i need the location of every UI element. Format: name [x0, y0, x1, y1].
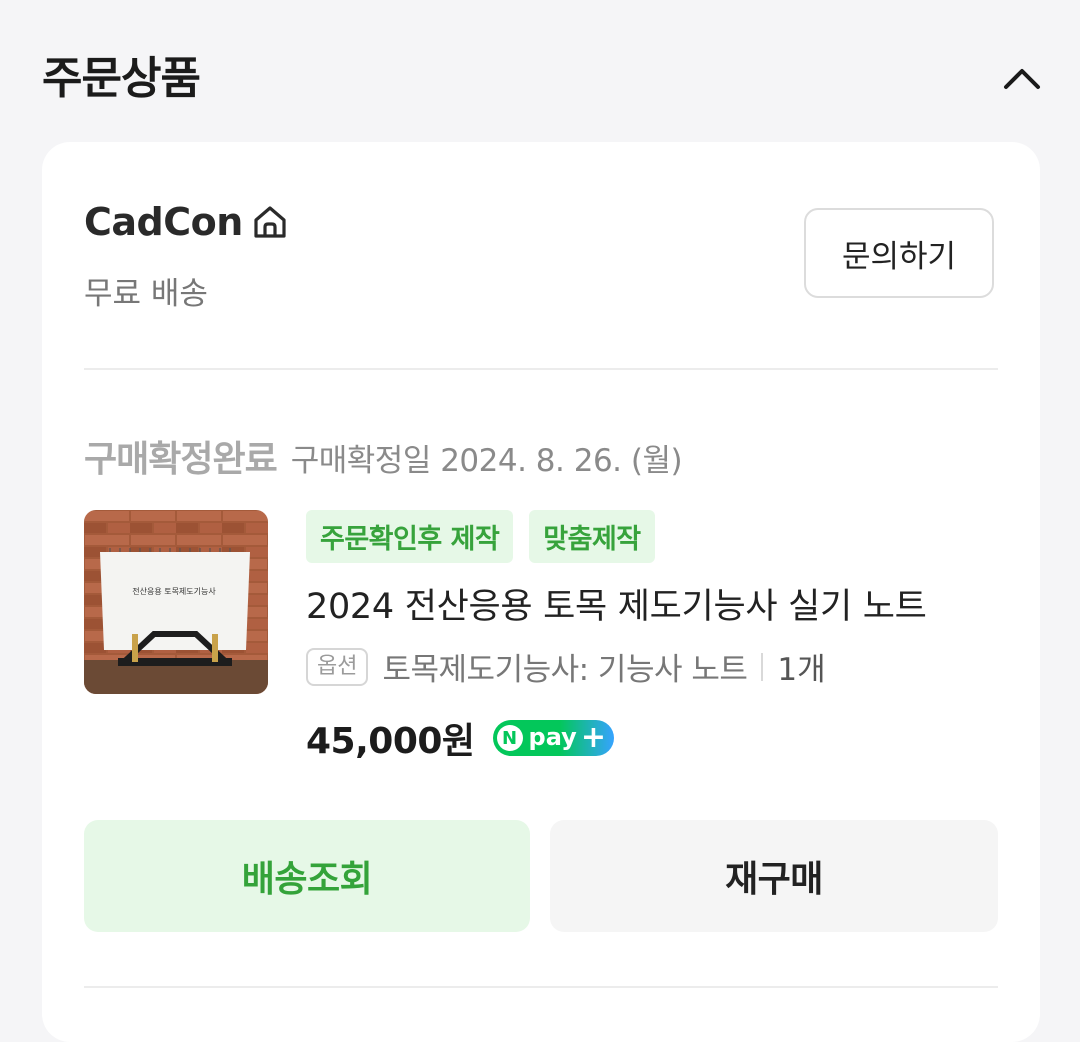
divider: [84, 986, 998, 988]
confirm-date: 구매확정일 2024. 8. 26. (월): [290, 443, 683, 479]
option-line: 옵션 토목제도기능사: 기능사 노트 1개: [306, 644, 826, 689]
product-thumbnail[interactable]: 전산응용 토목제도기능사: [84, 510, 268, 694]
rebuy-button[interactable]: 재구매: [550, 820, 998, 932]
npay-plus-badge: N pay +: [492, 720, 614, 756]
option-value: 토목제도기능사: 기능사 노트: [382, 652, 748, 688]
option-separator: [761, 652, 764, 681]
npay-text: pay: [528, 723, 577, 751]
option-badge: 옵션: [306, 647, 369, 686]
quantity: 1개: [777, 652, 826, 688]
price-line: 45,000원 N pay +: [306, 712, 614, 764]
price: 45,000원: [306, 721, 475, 762]
track-delivery-button[interactable]: 배송조회: [84, 820, 530, 932]
order-status: 구매확정완료: [84, 439, 278, 480]
divider: [84, 368, 998, 370]
product-image: 전산응용 토목제도기능사: [84, 510, 268, 694]
section-title: 주문상품: [42, 53, 201, 104]
seller-name: CadCon: [84, 200, 243, 244]
npay-plus-icon: +: [580, 720, 606, 755]
tag-made-after-order: 주문확인후 제작: [306, 510, 514, 563]
inquiry-button[interactable]: 문의하기: [804, 208, 994, 298]
product-tags: 주문확인후 제작 맞춤제작: [306, 510, 655, 563]
seller-link[interactable]: CadCon: [84, 200, 289, 244]
npay-n-icon: N: [496, 725, 523, 751]
tag-custom-made: 맞춤제작: [529, 510, 655, 563]
thumbnail-caption: 전산응용 토목제도기능사: [132, 586, 216, 596]
order-status-line: 구매확정완료 구매확정일 2024. 8. 26. (월): [84, 430, 683, 482]
order-card: CadCon 무료 배송 문의하기 구매확정완료 구매확정일 2024. 8. …: [42, 142, 1040, 1042]
chevron-up-icon: [1004, 69, 1040, 89]
shipping-note: 무료 배송: [84, 276, 208, 312]
product-name[interactable]: 2024 전산응용 토목 제도기능사 실기 노트: [306, 578, 986, 629]
home-icon: [254, 206, 286, 238]
collapse-button[interactable]: [996, 56, 1048, 100]
